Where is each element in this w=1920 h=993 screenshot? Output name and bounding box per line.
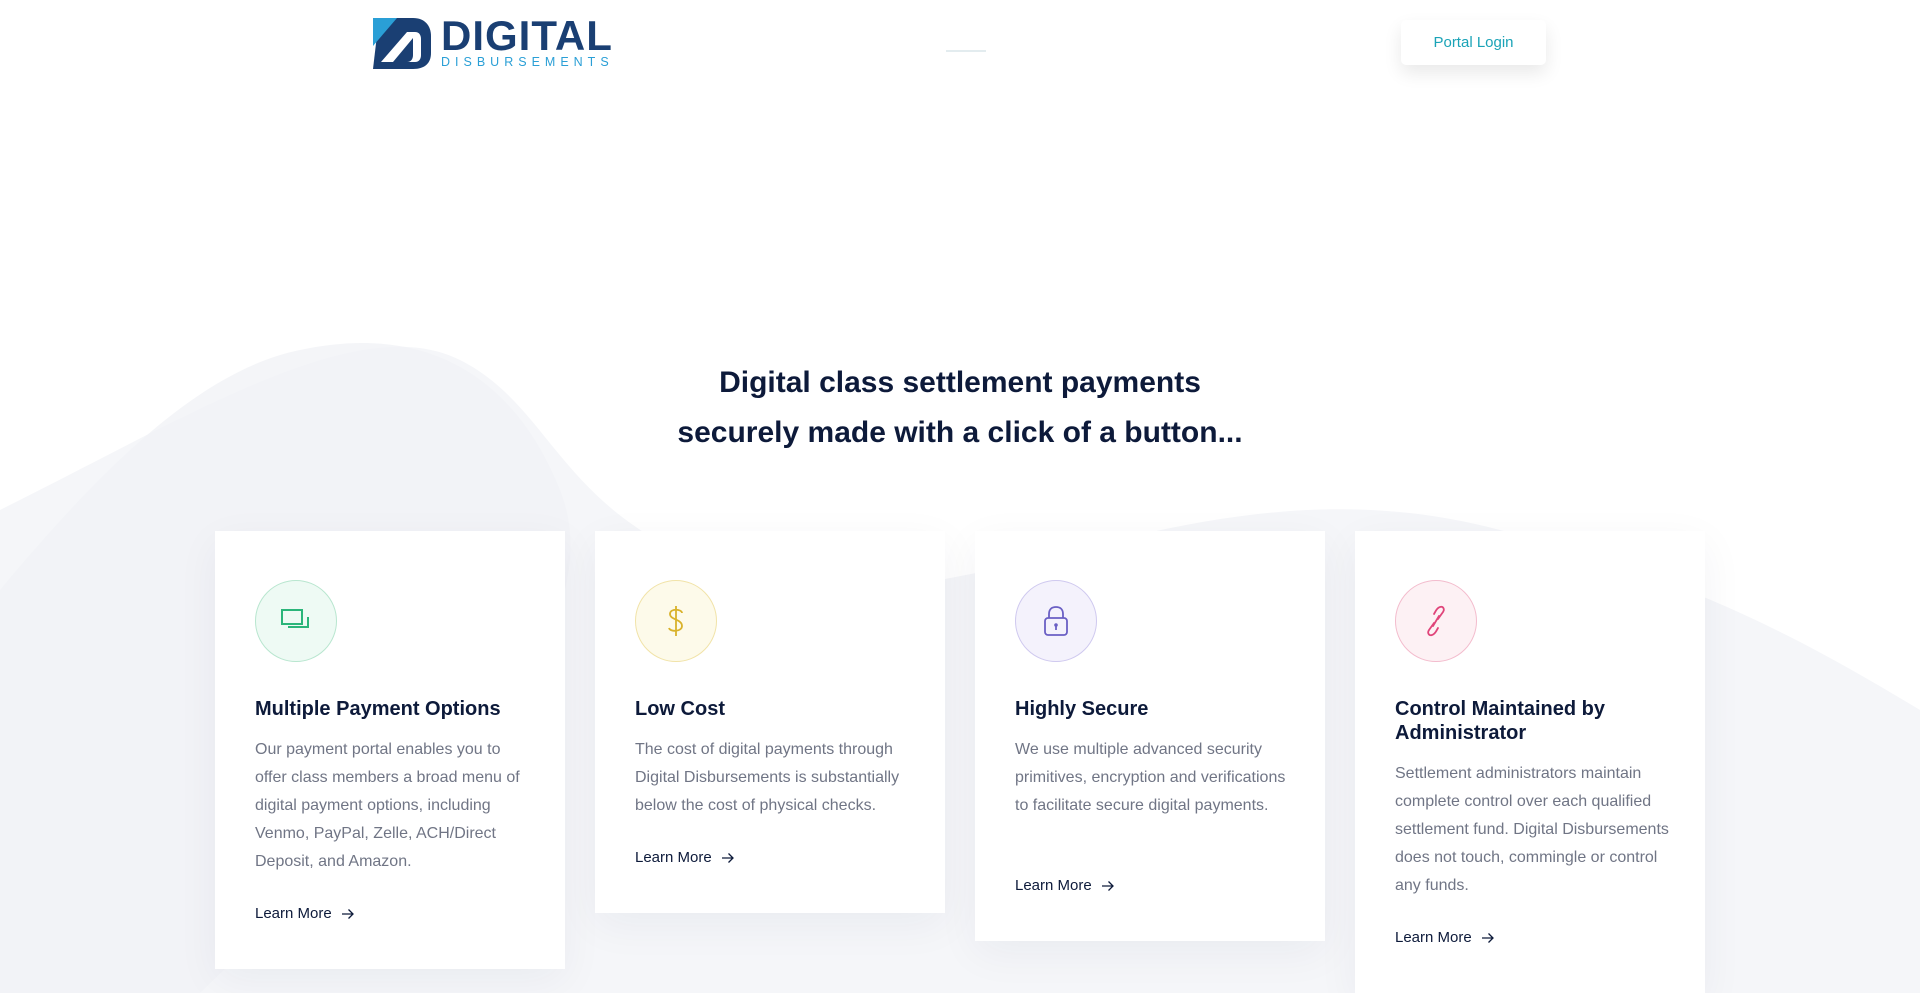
logo-subtitle: DISBURSEMENTS [441,55,614,69]
hero-line-2: securely made with a click of a button..… [677,416,1243,449]
lock-icon-circle [1015,580,1097,662]
learn-more-label: Learn More [1015,877,1092,894]
arrow-right-icon [341,908,354,919]
link-icon [1427,605,1445,637]
nav-indicator [946,50,986,52]
payment-cards-icon-circle [255,580,337,662]
card-title: Control Maintained by Administrator [1395,698,1605,744]
logo-word: DIGITAL [441,12,613,59]
feature-card-administrator-control: Control Maintained by Administrator Sett… [1355,531,1705,993]
arrow-right-icon [1101,880,1114,891]
card-text: Our payment portal enables you to offer … [255,741,520,870]
learn-more-label: Learn More [1395,929,1472,946]
card-title: Multiple Payment Options [255,698,501,720]
learn-more-label: Learn More [635,849,712,866]
arrow-right-icon [1481,932,1494,943]
learn-more-label: Learn More [255,905,332,922]
arrow-right-icon [721,852,734,863]
link-icon-circle [1395,580,1477,662]
card-text: Settlement administrators maintain compl… [1395,765,1669,894]
logo-text: DIGITAL DISBURSEMENTS [441,12,614,70]
hero-headline: Digital class settlement payments secure… [560,358,1360,458]
payment-cards-icon [281,609,309,628]
site-header: DIGITAL DISBURSEMENTS Portal Login [0,0,1920,90]
dollar-icon [668,606,683,636]
card-text: We use multiple advanced security primit… [1015,741,1286,814]
feature-card-low-cost: Low Cost The cost of digital payments th… [595,531,945,913]
hero-line-1: Digital class settlement payments [719,366,1201,399]
logo[interactable]: DIGITAL DISBURSEMENTS [373,12,614,70]
learn-more-link[interactable]: Learn More [255,905,355,922]
card-text: The cost of digital payments through Dig… [635,741,900,814]
learn-more-link[interactable]: Learn More [635,849,735,866]
feature-card-highly-secure: Highly Secure We use multiple advanced s… [975,531,1325,941]
feature-card-payment-options: Multiple Payment Options Our payment por… [215,531,565,969]
portal-login-button[interactable]: Portal Login [1401,20,1546,65]
lock-icon [1044,606,1068,636]
logo-mark-icon [373,18,431,69]
card-title: Highly Secure [1015,698,1149,720]
learn-more-link[interactable]: Learn More [1395,929,1495,946]
card-title: Low Cost [635,698,725,720]
dollar-icon-circle [635,580,717,662]
learn-more-link[interactable]: Learn More [1015,877,1115,894]
